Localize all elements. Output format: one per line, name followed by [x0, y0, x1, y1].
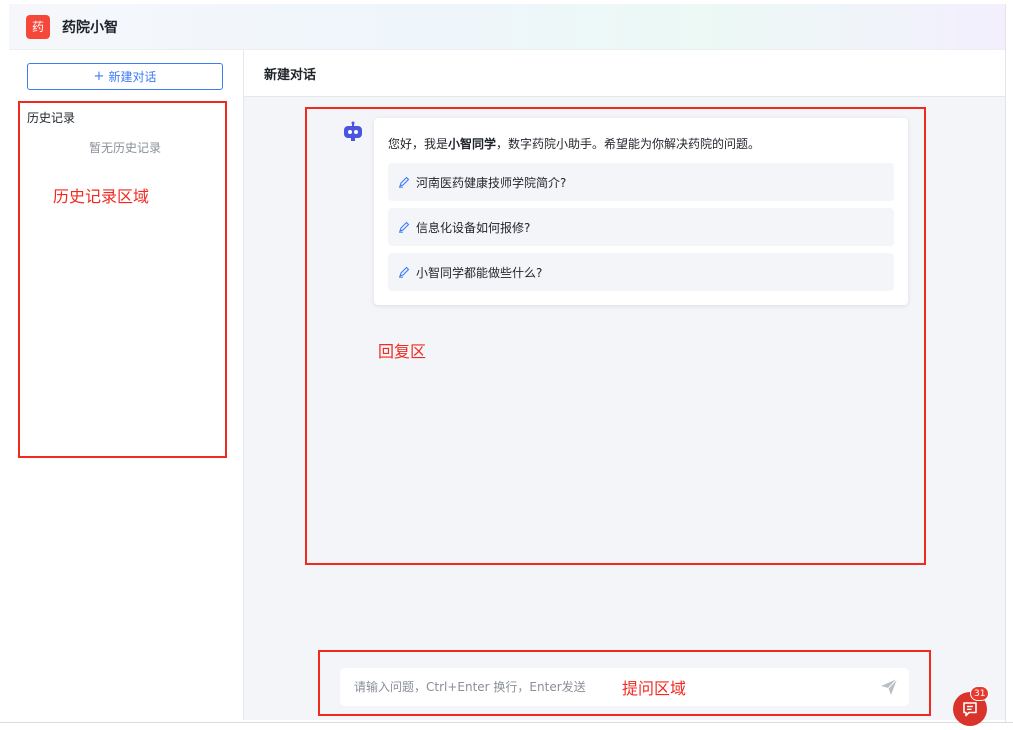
frame-right-border: [1005, 4, 1006, 722]
app-title: 药院小智: [62, 19, 118, 36]
pen-icon: [399, 221, 410, 233]
frame-bottom-border: [0, 722, 1013, 723]
suggestion-label: 信息化设备如何报修?: [416, 220, 531, 235]
suggestion-item[interactable]: 小智同学都能做些什么?: [388, 253, 894, 291]
suggestion-item[interactable]: 信息化设备如何报修?: [388, 208, 894, 246]
robot-icon: [342, 121, 364, 143]
history-area-label: 历史记录区域: [53, 187, 150, 206]
new-chat-button[interactable]: + 新建对话: [27, 63, 223, 90]
suggestion-label: 小智同学都能做些什么?: [416, 265, 543, 280]
history-empty-text: 暂无历史记录: [88, 141, 161, 155]
chat-title: 新建对话: [264, 67, 317, 83]
history-title: 历史记录: [27, 111, 76, 125]
suggestion-item[interactable]: 河南医药健康技师学院简介?: [388, 163, 894, 201]
app-logo: 药: [26, 14, 50, 39]
send-icon: [881, 678, 898, 695]
plus-icon: +: [93, 69, 105, 84]
bot-message-card: 您好，我是小智同学，数字药院小助手。希望能为你解决药院的问题。 河南医药健康技师…: [374, 118, 908, 305]
pen-icon: [399, 176, 410, 188]
greeting-text: 您好，我是小智同学，数字药院小助手。希望能为你解决药院的问题。: [388, 135, 894, 152]
bot-name: 小智同学: [448, 137, 497, 151]
new-chat-label: 新建对话: [108, 70, 157, 84]
message-icon: [963, 702, 977, 717]
question-area-label: 提问区域: [622, 679, 687, 698]
send-button[interactable]: [869, 668, 909, 706]
sidebar: + 新建对话 历史记录 暂无历史记录: [9, 50, 244, 720]
greeting-suffix: ，数字药院小助手。希望能为你解决药院的问题。: [496, 137, 761, 151]
suggestion-label: 河南医药健康技师学院简介?: [416, 175, 567, 190]
notification-badge: 31: [970, 686, 990, 701]
greeting-prefix: 您好，我是: [388, 137, 449, 151]
reply-area-label: 回复区: [378, 342, 427, 361]
chat-header: 新建对话: [244, 50, 1005, 97]
pen-icon: [399, 266, 410, 278]
app-header: 药 药院小智: [9, 4, 1005, 50]
question-input[interactable]: [354, 668, 869, 706]
chat-main: 新建对话 您好，我是小智同学，数字药院小助手。希望能为你解决药院的问题。 河南医…: [244, 50, 1005, 720]
